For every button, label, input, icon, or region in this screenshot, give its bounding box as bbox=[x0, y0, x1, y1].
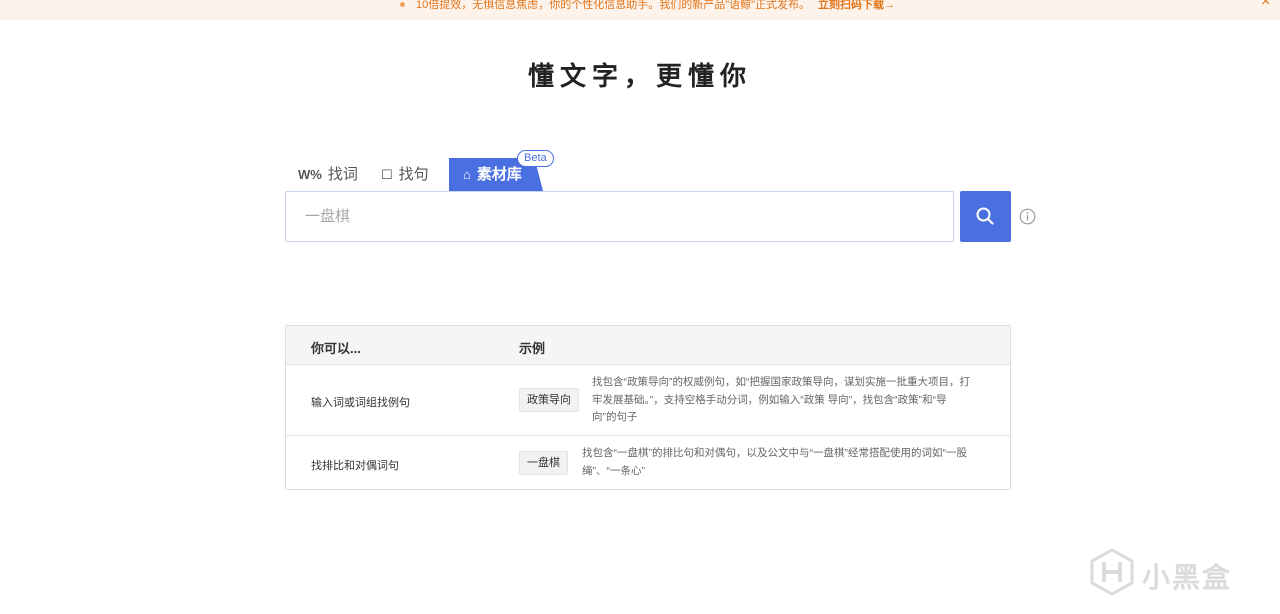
table-header: 你可以... 示例 bbox=[286, 326, 1010, 365]
watermark: 小黑盒 bbox=[1088, 548, 1248, 598]
column-header-example: 示例 bbox=[519, 341, 546, 356]
banner-dot bbox=[400, 2, 405, 7]
row-description: 找包含“政策导向”的权威例句，如“把握国家政策导向，谋划实施一批重大项目，打牢发… bbox=[592, 376, 970, 423]
row-label: 输入词或词组找例句 bbox=[311, 397, 410, 409]
library-icon: ⌂ bbox=[463, 167, 471, 182]
usage-help-table: 你可以... 示例 输入词或词组找例句 政策导向 找包含“政策导向”的权威例句，… bbox=[285, 325, 1011, 490]
column-header-you-can: 你可以... bbox=[311, 341, 361, 356]
tab-find-words[interactable]: W% 找词 bbox=[298, 158, 358, 191]
search-button[interactable] bbox=[960, 191, 1011, 242]
info-icon[interactable] bbox=[1019, 208, 1036, 225]
word-icon: W% bbox=[298, 167, 322, 182]
table-row: 找排比和对偶词句 一盘棋 找包含“一盘棋”的排比句和对偶句，以及公文中与“一盘棋… bbox=[286, 437, 1010, 489]
table-row: 输入词或词组找例句 政策导向 找包含“政策导向”的权威例句，如“把握国家政策导向… bbox=[286, 366, 1010, 436]
row-description: 找包含“一盘棋”的排比句和对偶句，以及公文中与“一盘棋”经常搭配使用的词如“一股… bbox=[582, 447, 967, 477]
watermark-logo-icon bbox=[1090, 548, 1134, 596]
tab-label: 找词 bbox=[327, 166, 358, 183]
example-chip[interactable]: 一盘棋 bbox=[519, 451, 568, 475]
search-icon bbox=[976, 207, 994, 225]
sentence-icon: ☐ bbox=[381, 167, 393, 182]
announcement-banner: 10倍提效，无惧信息焦虑，你的个性化信息助手。我们的新产品"语鲸"正式发布。 立… bbox=[0, 0, 1280, 20]
example-chip[interactable]: 政策导向 bbox=[519, 388, 579, 412]
tab-label: 素材库 bbox=[476, 166, 522, 183]
beta-badge: Beta bbox=[517, 150, 554, 167]
watermark-text: 小黑盒 bbox=[1142, 562, 1233, 593]
page-slogan: 懂文字，更懂你 bbox=[527, 62, 752, 92]
tab-find-sentences[interactable]: ☐ 找句 bbox=[381, 158, 429, 191]
banner-message: 10倍提效，无惧信息焦虑，你的个性化信息助手。我们的新产品"语鲸"正式发布。 bbox=[416, 0, 811, 11]
search-input[interactable] bbox=[285, 191, 954, 242]
close-icon[interactable]: × bbox=[1261, 0, 1270, 10]
tab-label: 找句 bbox=[398, 166, 429, 183]
row-label: 找排比和对偶词句 bbox=[311, 460, 399, 472]
banner-download-link[interactable]: 立刻扫码下载→ bbox=[818, 0, 895, 11]
